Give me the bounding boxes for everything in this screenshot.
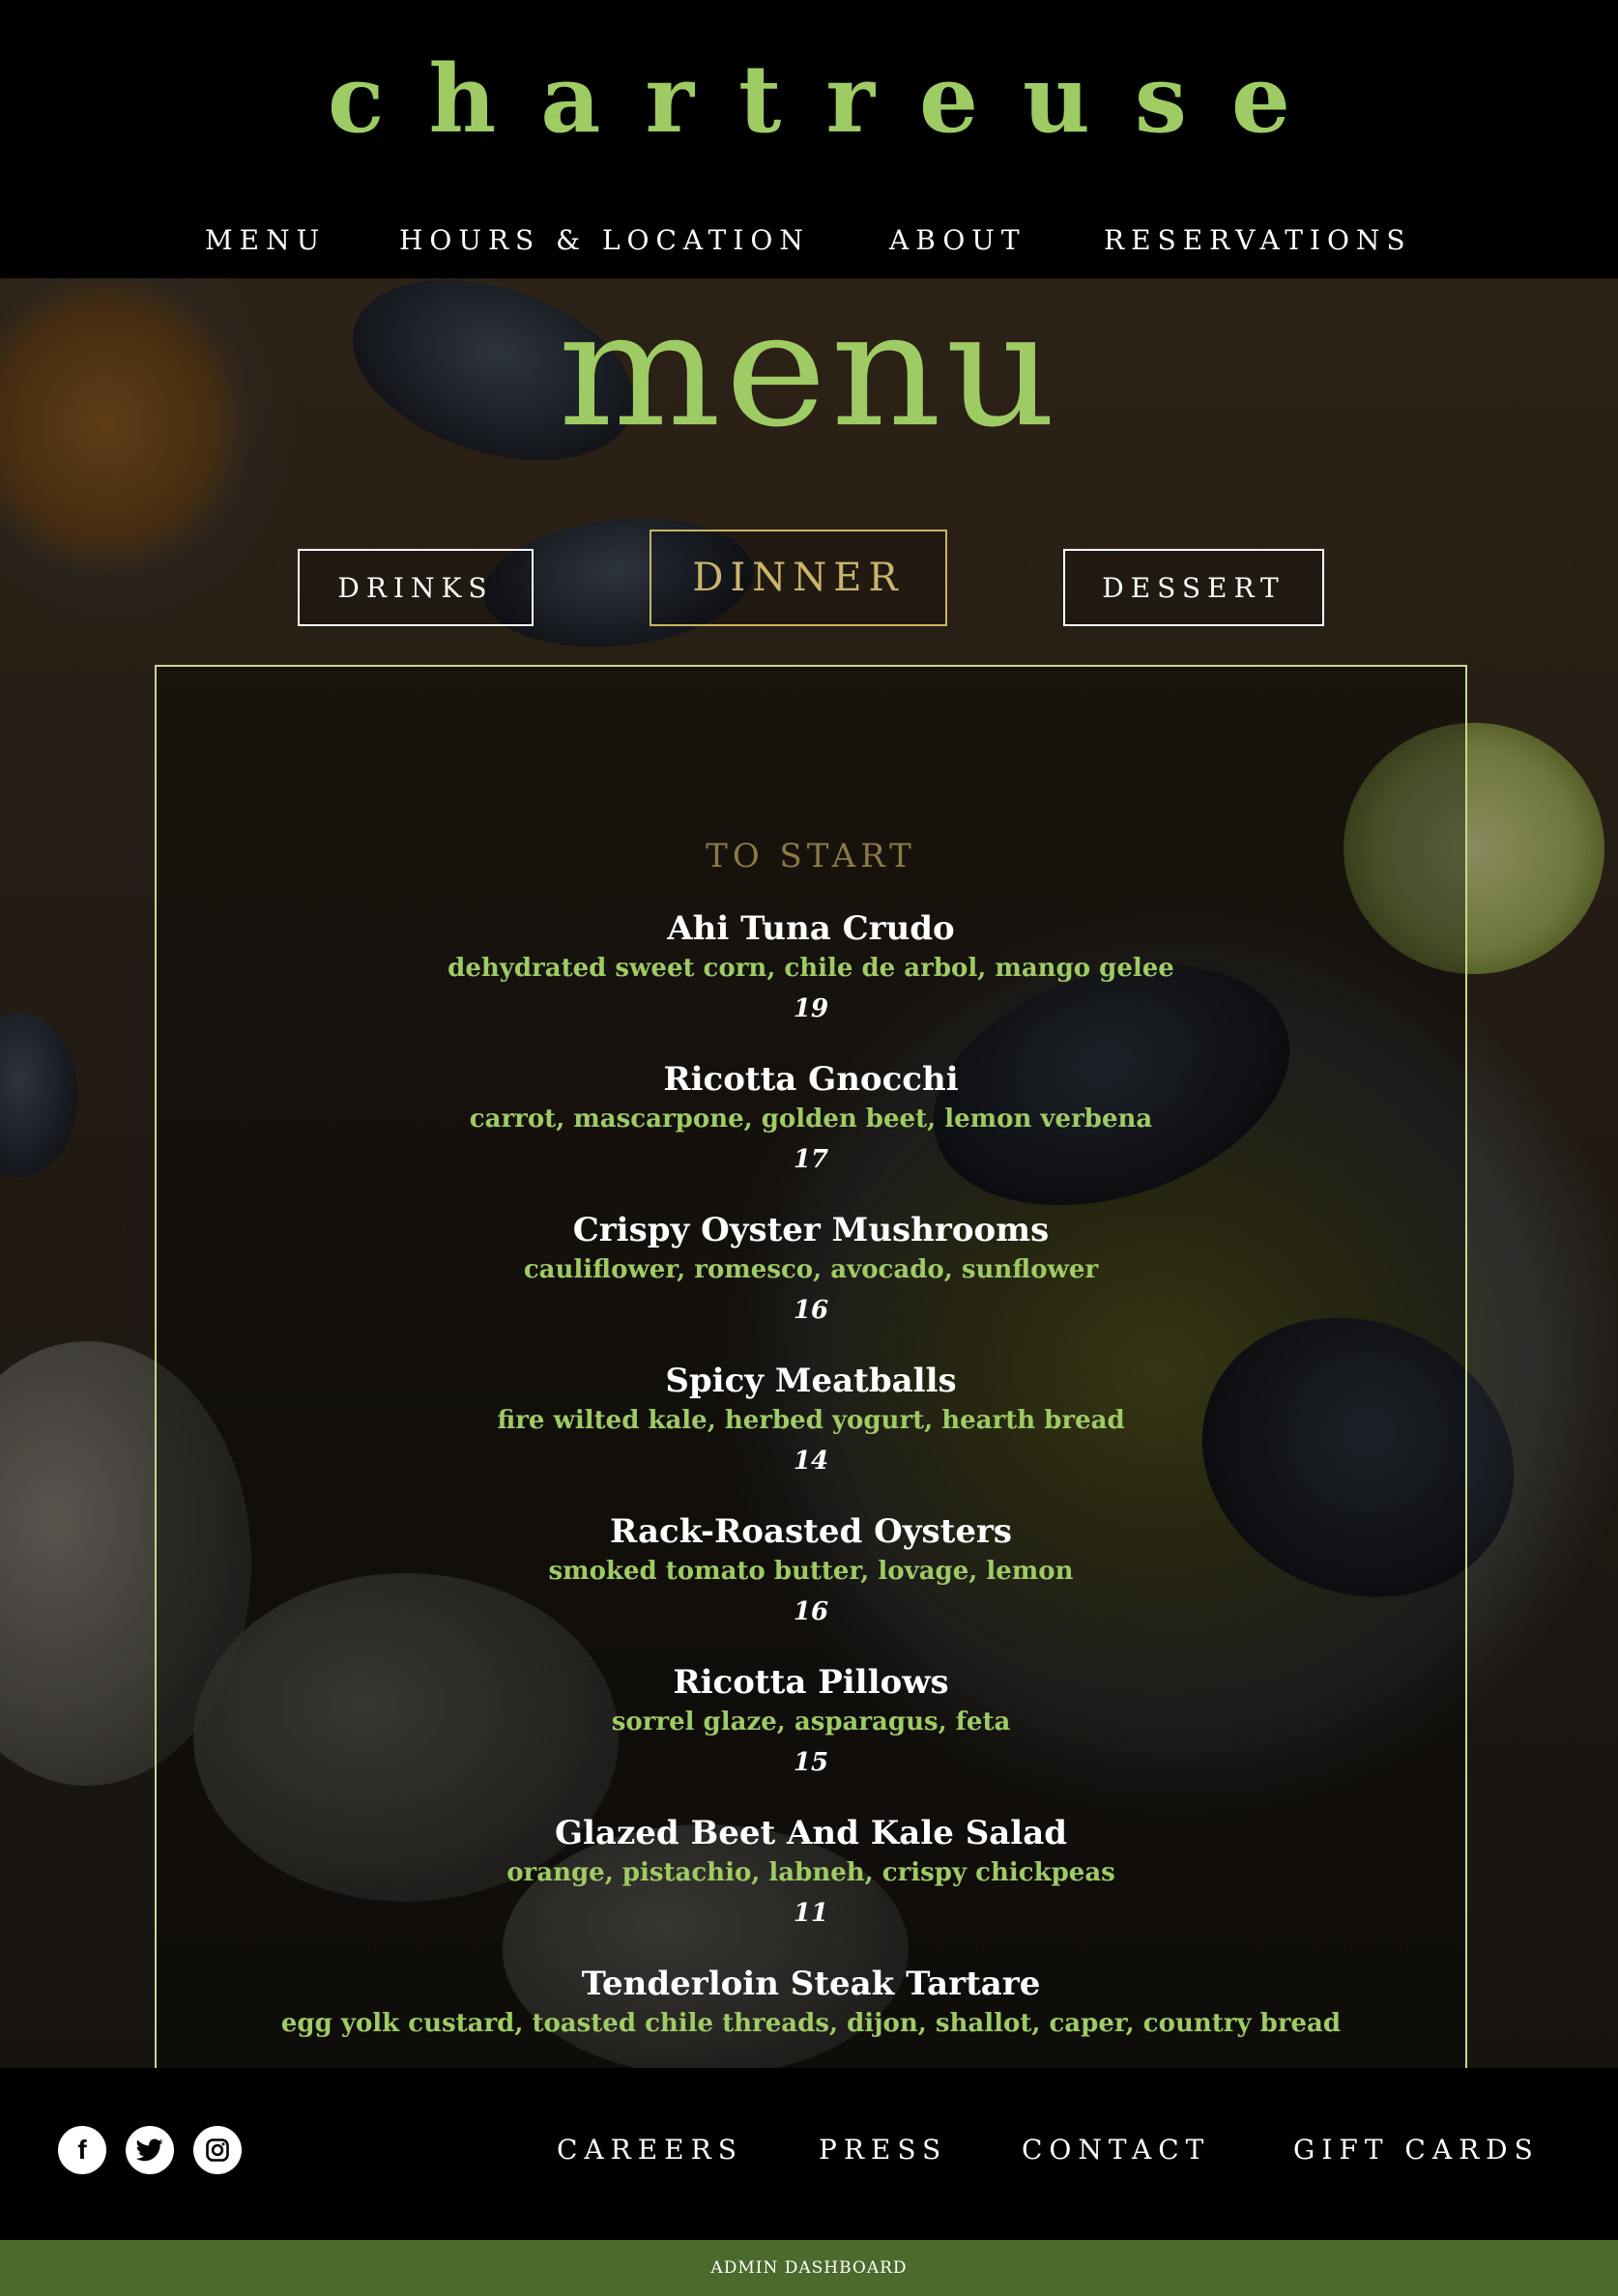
dish-price: 19 [793,994,829,1023]
menu-item: Ricotta Pillows sorrel glaze, asparagus,… [157,1662,1465,1784]
dish-description: fire wilted kale, herbed yogurt, hearth … [497,1406,1125,1435]
site-header: chartreuse MENU HOURS & LOCATION ABOUT R… [0,0,1618,278]
facebook-icon[interactable]: f [58,2126,106,2174]
dish-price: 16 [793,1296,829,1325]
tab-drinks[interactable]: DRINKS [298,549,534,626]
dish-name: Ricotta Gnocchi [663,1060,959,1099]
brand-logo[interactable]: chartreuse [0,37,1618,162]
menu-item: Ricotta Gnocchi carrot, mascarpone, gold… [157,1059,1465,1181]
menu-item: Crispy Oyster Mushrooms cauliflower, rom… [157,1210,1465,1332]
dish-price: 11 [793,1899,829,1928]
dish-description: carrot, mascarpone, golden beet, lemon v… [469,1105,1153,1134]
menu-item: Ahi Tuna Crudo dehydrated sweet corn, ch… [157,908,1465,1030]
dish-name: Tenderloin Steak Tartare [581,1965,1041,2003]
dish-description: egg yolk custard, toasted chile threads,… [280,2009,1342,2038]
dish-price: 15 [793,1748,829,1777]
facebook-glyph: f [77,2135,87,2165]
footer-link-press[interactable]: PRESS [819,2126,947,2174]
page: chartreuse MENU HOURS & LOCATION ABOUT R… [0,0,1618,2296]
dish-description: orange, pistachio, labneh, crispy chickp… [506,1858,1115,1887]
dish-description: dehydrated sweet corn, chile de arbol, m… [448,954,1174,983]
nav-item-hours-location[interactable]: HOURS & LOCATION [399,215,810,267]
instagram-camera-icon [206,2138,229,2162]
dish-description: sorrel glaze, asparagus, feta [611,1708,1011,1736]
dish-name: Glazed Beet And Kale Salad [554,1814,1068,1852]
menu-item: Rack-Roasted Oysters smoked tomato butte… [157,1511,1465,1633]
footer-link-contact[interactable]: CONTACT [1022,2126,1210,2174]
dish-name: Ricotta Pillows [673,1663,949,1702]
dish-price: 17 [793,1145,829,1174]
nav-item-reservations[interactable]: RESERVATIONS [1104,215,1412,267]
menu-item: Spicy Meatballs fire wilted kale, herbed… [157,1361,1465,1482]
menu-item: Tenderloin Steak Tartare egg yolk custar… [157,1964,1465,2043]
dish-description: cauliflower, romesco, avocado, sunflower [523,1255,1099,1284]
menu-section-title: TO START [706,837,916,875]
nav-item-about[interactable]: ABOUT [889,215,1026,267]
dish-name: Spicy Meatballs [665,1362,957,1400]
footer-link-careers[interactable]: CAREERS [557,2126,743,2174]
twitter-icon[interactable] [126,2126,174,2174]
dish-name: Rack-Roasted Oysters [609,1512,1013,1551]
site-footer: f CAREERS PRESS CONTACT GIFT CARDS [0,2068,1618,2240]
footer-link-gift-cards[interactable]: GIFT CARDS [1293,2126,1540,2174]
menu-hero: menu DRINKS DINNER DESSERT TO START Ahi … [0,278,1618,2068]
dish-description: smoked tomato butter, lovage, lemon [548,1557,1074,1586]
dish-price: 16 [793,1597,829,1626]
menu-item: Glazed Beet And Kale Salad orange, pista… [157,1813,1465,1935]
dish-name: Ahi Tuna Crudo [667,909,955,948]
tab-dessert[interactable]: DESSERT [1063,549,1324,626]
tab-dinner[interactable]: DINNER [650,530,947,626]
menu-panel: TO START Ahi Tuna Crudo dehydrated sweet… [155,665,1467,2068]
instagram-icon[interactable] [193,2126,242,2174]
dish-name: Crispy Oyster Mushrooms [572,1211,1050,1249]
twitter-bird-icon [136,2138,163,2162]
admin-dashboard-link[interactable]: ADMIN DASHBOARD [0,2240,1618,2296]
page-title: menu [558,278,1060,462]
main-nav: MENU HOURS & LOCATION ABOUT RESERVATIONS [0,215,1618,267]
dish-price: 14 [793,1447,829,1476]
nav-item-menu[interactable]: MENU [205,215,326,267]
